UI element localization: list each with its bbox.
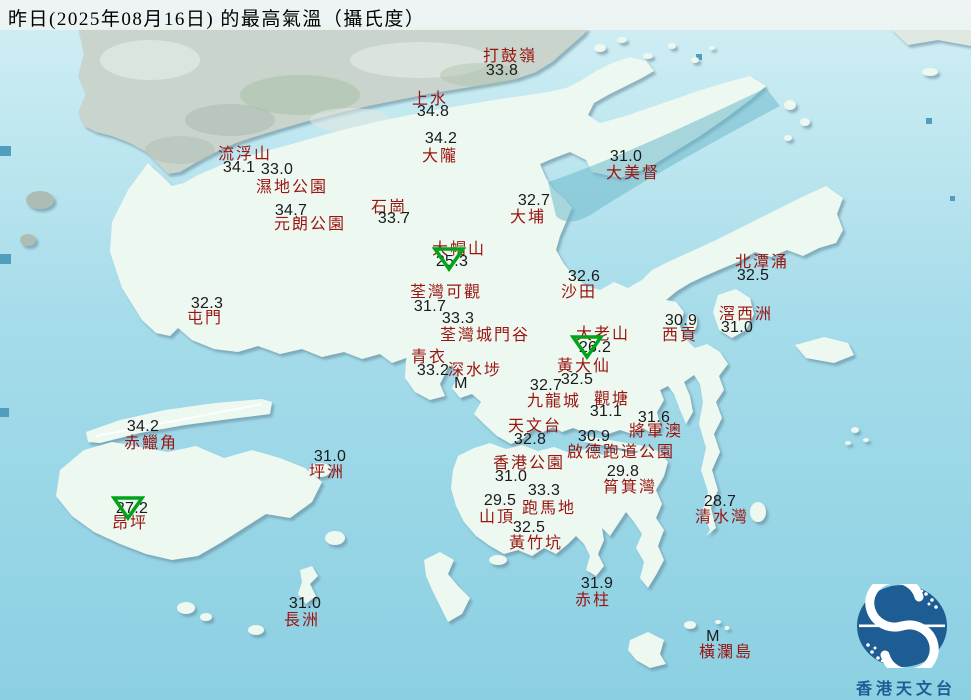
station-value: 32.6 xyxy=(567,268,601,285)
station-value: 31.0 xyxy=(313,448,347,465)
hko-logo-icon xyxy=(857,574,947,678)
station-value: 28.7 xyxy=(703,493,737,510)
station-value: 34.7 xyxy=(274,202,308,219)
waglan-islets xyxy=(715,620,721,624)
station-value: M xyxy=(706,628,720,645)
station-value: 31.0 xyxy=(288,595,322,612)
ma-wan-island xyxy=(389,337,401,353)
hei-ling-chau-island xyxy=(325,531,345,545)
soko-islands xyxy=(177,602,195,614)
station-value: 34.2 xyxy=(126,418,160,435)
station-value: 34.1 xyxy=(222,159,256,176)
ap-lei-chau-island xyxy=(489,555,507,565)
station-value: 29.8 xyxy=(606,463,640,480)
station-value: 33.0 xyxy=(260,161,294,178)
hko-logo-name-cn: 香港天文台 xyxy=(856,681,957,698)
station-value: 34.8 xyxy=(416,103,450,120)
station-value: 32.7 xyxy=(529,377,563,394)
station-value: 32.3 xyxy=(190,295,224,312)
summit-marker-icon xyxy=(110,495,146,526)
station-value: 31.0 xyxy=(609,148,643,165)
tung-ping-chau-island xyxy=(922,68,938,76)
station-value: 31.9 xyxy=(580,575,614,592)
station-value: 33.3 xyxy=(441,310,475,327)
station-value: 31.0 xyxy=(494,468,528,485)
station-value: 33.8 xyxy=(485,62,519,79)
station-value: 31.0 xyxy=(720,319,754,336)
map-title: 昨日(2025年08月16日) 的最高氣溫（攝氏度） xyxy=(8,9,426,30)
station-value: 30.9 xyxy=(664,312,698,329)
station-value: 30.9 xyxy=(577,428,611,445)
summit-marker-icon xyxy=(569,334,605,365)
hko-logo: 香港天文台 HONG KONG OBSERVATORY xyxy=(856,574,957,700)
station-value: 33.2 xyxy=(416,362,450,379)
tap-mun-island xyxy=(784,100,796,110)
station-value: 31.6 xyxy=(637,409,671,426)
station-value: 32.5 xyxy=(736,267,770,284)
map-canvas: 昨日(2025年08月16日) 的最高氣溫（攝氏度） 打鼓嶺 33.8 上水 34.8… xyxy=(0,0,971,700)
station-value: 32.5 xyxy=(512,519,546,536)
station-value: 33.3 xyxy=(527,482,561,499)
hong-kong-map xyxy=(0,0,971,700)
summit-marker-icon xyxy=(431,246,467,277)
station-value: 32.7 xyxy=(517,192,551,209)
station-value: 34.2 xyxy=(424,130,458,147)
station-value: M xyxy=(454,375,468,392)
station-value: 33.7 xyxy=(377,210,411,227)
station-value: 29.5 xyxy=(483,492,517,509)
station-value: 31.1 xyxy=(589,403,623,420)
station-value: 32.8 xyxy=(513,431,547,448)
tung-lung-chau-island xyxy=(750,502,766,522)
